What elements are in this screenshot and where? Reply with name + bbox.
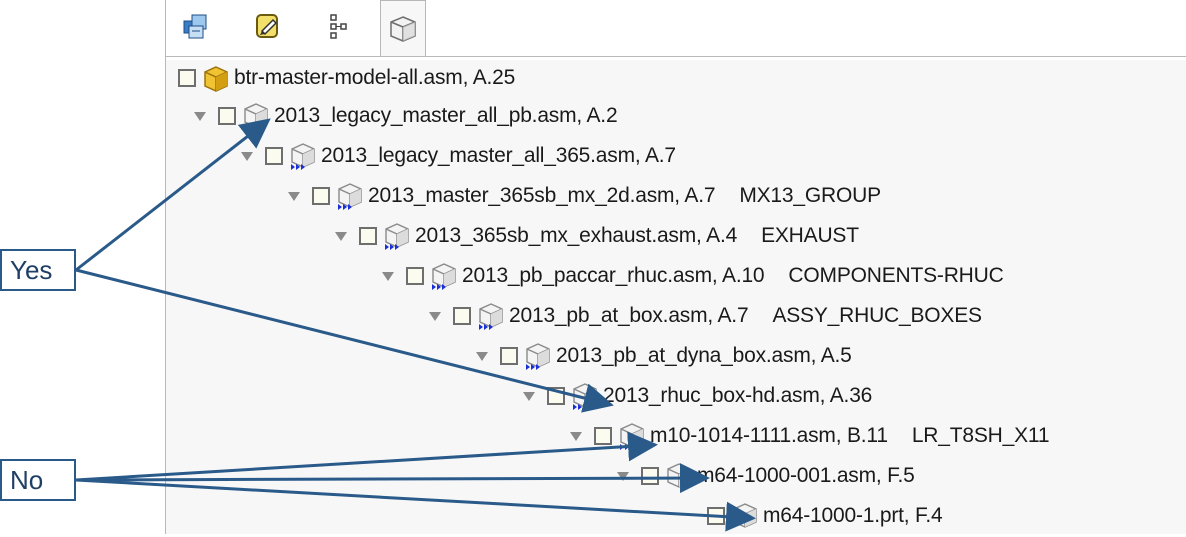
arrow-no-1 (75, 431, 658, 482)
callout-arrows (75, 118, 756, 532)
arrow-yes-1 (75, 118, 271, 272)
arrow-yes-2 (75, 268, 614, 413)
arrow-no-3 (75, 478, 756, 532)
arrow-no-2 (75, 463, 710, 494)
